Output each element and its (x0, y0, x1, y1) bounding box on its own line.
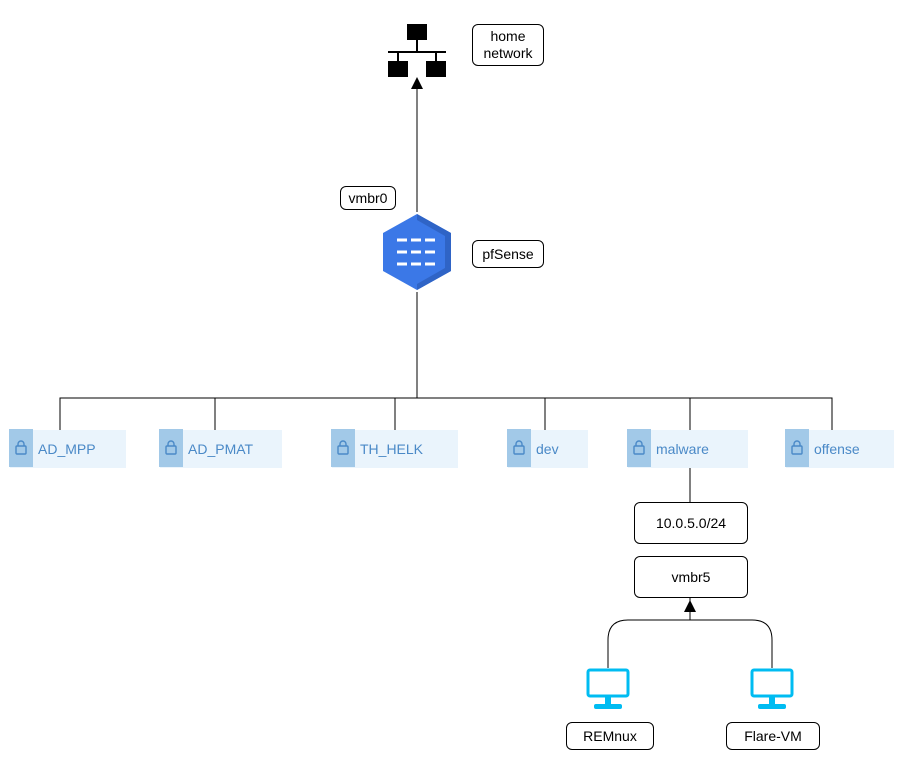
host-label-remnux: REMnux (566, 722, 654, 750)
computer-icon (582, 668, 634, 712)
lock-icon (627, 429, 651, 467)
subnet-label: malware (656, 441, 709, 457)
host-label-flarevm: Flare-VM (726, 722, 820, 750)
subnet-malware: malware (628, 430, 748, 468)
pfsense-label: pfSense (472, 240, 544, 268)
subnet-label: dev (536, 441, 559, 457)
connections (0, 0, 900, 774)
firewall-icon (377, 212, 457, 292)
subnet-label: TH_HELK (360, 441, 423, 457)
cidr-label: 10.0.5.0/24 (634, 502, 748, 544)
subnet-label: offense (814, 441, 860, 457)
subnet-label: AD_MPP (38, 441, 96, 457)
interface-label-vmbr0: vmbr0 (340, 186, 396, 210)
lock-icon (159, 429, 183, 467)
subnet-offense: offense (786, 430, 894, 468)
interface-label-vmbr5: vmbr5 (634, 556, 748, 598)
home-network-label: home network (472, 24, 544, 66)
lock-icon (507, 429, 531, 467)
lock-icon (331, 429, 355, 467)
network-icon (380, 24, 454, 78)
subnet-ad-pmat: AD_PMAT (160, 430, 282, 468)
subnet-dev: dev (508, 430, 588, 468)
lock-icon (785, 429, 809, 467)
computer-icon (746, 668, 798, 712)
lock-icon (9, 429, 33, 467)
subnet-label: AD_PMAT (188, 441, 253, 457)
subnet-th-helk: TH_HELK (332, 430, 458, 468)
subnet-ad-mpp: AD_MPP (10, 430, 126, 468)
